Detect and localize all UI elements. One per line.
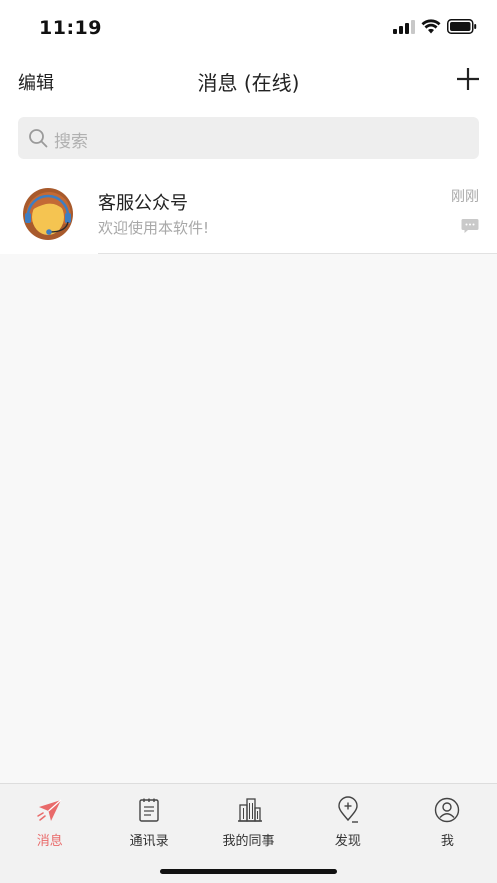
status-icons	[393, 19, 477, 34]
paper-plane-icon	[36, 799, 62, 821]
tab-contacts[interactable]: 通讯录	[99, 784, 198, 856]
cellular-signal-icon	[393, 19, 415, 34]
tab-label: 发现	[334, 834, 361, 849]
search-input[interactable]: 搜索	[18, 117, 479, 159]
tab-me[interactable]: 我	[398, 784, 497, 856]
notebook-icon	[139, 798, 159, 822]
user-circle-icon	[435, 797, 460, 823]
tab-label: 消息	[36, 834, 63, 849]
screen: 11:19 编辑 消息 (在线) 搜索 客服公众号 欢迎使用本软件! 刚刚 消息…	[0, 0, 497, 883]
location-plus-icon	[338, 796, 358, 823]
list-item[interactable]: 客服公众号 欢迎使用本软件! 刚刚	[0, 170, 497, 254]
search-placeholder: 搜索	[54, 132, 88, 152]
home-indicator[interactable]	[160, 869, 337, 874]
wifi-icon	[421, 19, 441, 34]
tab-colleagues[interactable]: 我的同事	[199, 784, 298, 856]
page-title: 消息 (在线)	[197, 71, 300, 95]
nav-bar: 编辑 消息 (在线)	[0, 56, 497, 106]
tab-label: 通讯录	[129, 834, 169, 849]
building-icon	[237, 798, 262, 822]
tab-label: 我的同事	[222, 834, 275, 849]
customer-service-avatar	[23, 188, 73, 240]
battery-icon	[447, 19, 477, 34]
search-bar: 搜索	[0, 106, 497, 170]
status-bar: 11:19	[0, 0, 497, 56]
plus-icon[interactable]	[455, 66, 481, 92]
conversation-name: 客服公众号	[98, 193, 188, 214]
tab-label: 我	[440, 834, 454, 849]
chat-bubble-icon	[461, 219, 479, 233]
message-list: 客服公众号 欢迎使用本软件! 刚刚	[0, 170, 497, 254]
tab-messages[interactable]: 消息	[0, 784, 99, 856]
conversation-preview: 欢迎使用本软件!	[98, 219, 210, 237]
search-icon	[29, 129, 48, 148]
conversation-time: 刚刚	[451, 189, 479, 205]
tab-bar: 消息 通讯录 我的同事 发现 我	[0, 783, 497, 883]
status-time: 11:19	[39, 17, 102, 39]
divider	[98, 253, 497, 254]
tab-discover[interactable]: 发现	[298, 784, 397, 856]
